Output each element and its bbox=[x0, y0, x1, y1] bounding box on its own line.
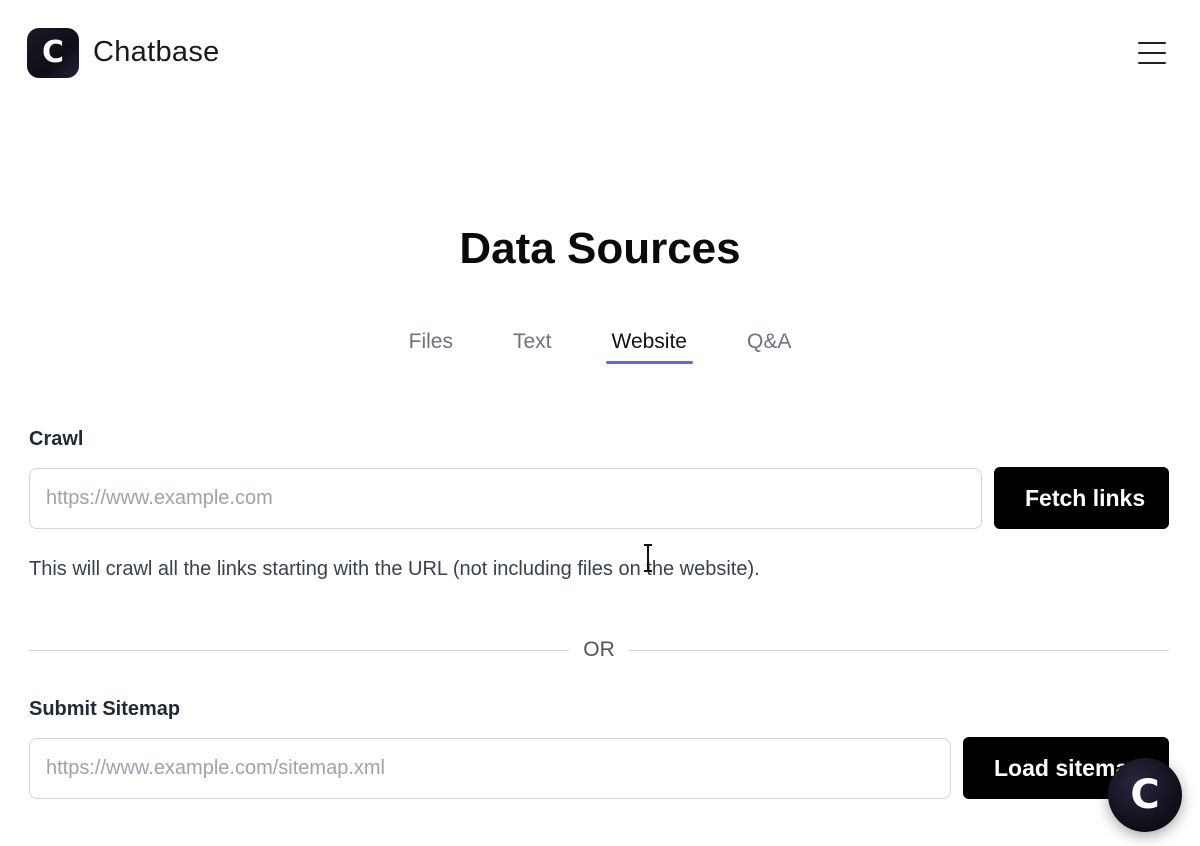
hamburger-menu-icon[interactable] bbox=[1138, 42, 1166, 64]
tab-qa[interactable]: Q&A bbox=[741, 330, 797, 358]
divider-line-left bbox=[29, 649, 570, 651]
tab-website[interactable]: Website bbox=[605, 330, 694, 364]
menu-line bbox=[1138, 52, 1166, 54]
page-title: Data Sources bbox=[459, 224, 741, 273]
divider-line-right bbox=[628, 649, 1169, 651]
fetch-links-button[interactable]: Fetch links bbox=[994, 467, 1169, 529]
menu-line bbox=[1138, 42, 1166, 44]
crawl-label: Crawl bbox=[29, 428, 84, 450]
chat-bubble-letter: C bbox=[1130, 772, 1160, 818]
logo-letter: C bbox=[41, 35, 65, 70]
text-cursor-icon bbox=[644, 544, 652, 572]
page: C Chatbase Data Sources Files Text Websi… bbox=[0, 0, 1200, 846]
sitemap-label: Submit Sitemap bbox=[29, 698, 181, 720]
menu-line bbox=[1138, 62, 1166, 64]
chat-bubble-button[interactable]: C bbox=[1108, 758, 1182, 832]
or-text: OR bbox=[583, 638, 615, 661]
brand-name[interactable]: Chatbase bbox=[93, 36, 220, 69]
chatbase-logo[interactable]: C bbox=[27, 28, 79, 78]
sitemap-url-input[interactable] bbox=[29, 738, 951, 799]
or-divider: OR bbox=[29, 636, 1169, 664]
crawl-url-input[interactable] bbox=[29, 468, 982, 529]
tab-text[interactable]: Text bbox=[507, 330, 558, 358]
tab-files[interactable]: Files bbox=[403, 330, 459, 358]
data-source-tabs: Files Text Website Q&A bbox=[0, 330, 1200, 364]
